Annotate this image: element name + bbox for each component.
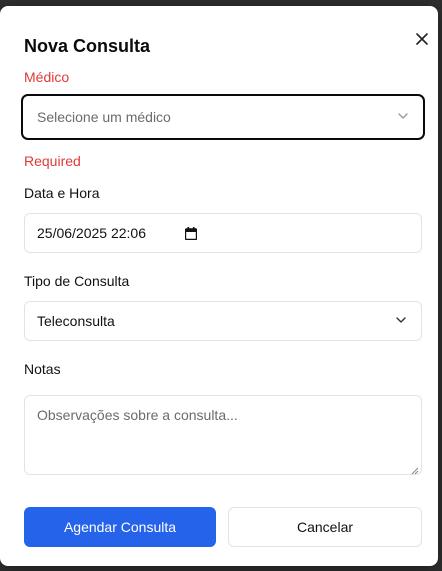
notas-placeholder: Observações sobre a consulta... xyxy=(37,407,238,423)
notas-textarea[interactable]: Observações sobre a consulta... xyxy=(24,395,422,475)
notas-label: Notas xyxy=(24,361,61,377)
medico-error-message: Required xyxy=(24,153,81,169)
datetime-input[interactable]: 25/06/2025 22:06 xyxy=(24,213,422,253)
tipo-consulta-select[interactable]: Teleconsulta xyxy=(24,301,422,341)
resize-grip-icon[interactable] xyxy=(409,462,419,475)
tipo-consulta-value: Teleconsulta xyxy=(37,313,115,329)
new-appointment-dialog: Nova Consulta Médico Selecione um médico… xyxy=(0,6,438,566)
calendar-icon[interactable] xyxy=(184,227,198,241)
chevron-down-icon xyxy=(395,314,407,326)
cancel-button[interactable]: Cancelar xyxy=(228,507,422,547)
chevron-down-icon xyxy=(397,110,409,122)
medico-label: Médico xyxy=(24,69,70,85)
medico-select[interactable]: Selecione um médico xyxy=(21,94,425,140)
medico-placeholder: Selecione um médico xyxy=(37,109,171,125)
dialog-title: Nova Consulta xyxy=(24,36,151,56)
datetime-value: 25/06/2025 22:06 xyxy=(37,225,146,241)
schedule-appointment-button[interactable]: Agendar Consulta xyxy=(24,507,216,547)
tipo-consulta-label: Tipo de Consulta xyxy=(24,273,130,289)
close-button[interactable] xyxy=(412,29,432,49)
close-icon xyxy=(416,33,428,45)
data-hora-label: Data e Hora xyxy=(24,185,100,201)
